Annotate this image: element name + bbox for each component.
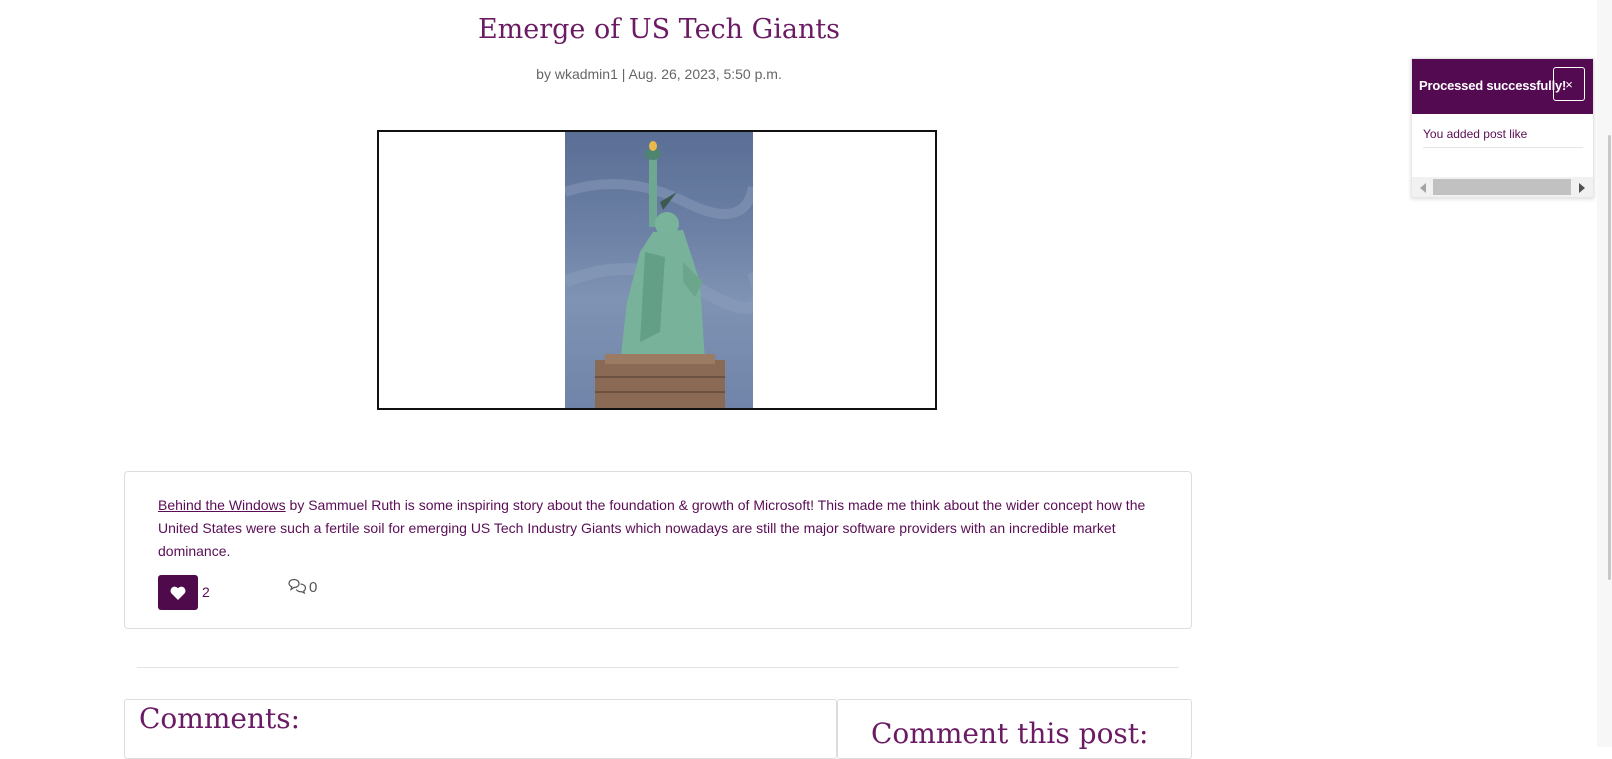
scroll-left-arrow-icon[interactable] xyxy=(1420,183,1426,193)
toast-header: Processed successfully! × xyxy=(1412,59,1593,114)
comment-form-title: Comment this post: xyxy=(871,717,1149,750)
toast-title: Processed successfully! xyxy=(1419,78,1567,93)
post-title: Emerge of US Tech Giants xyxy=(477,14,841,45)
post-card: Behind the Windows by Sammuel Ruth is so… xyxy=(124,471,1192,629)
toast-horizontal-scrollbar[interactable] xyxy=(1412,177,1593,197)
page-scrollbar[interactable] xyxy=(1597,0,1612,747)
toast-close-button[interactable]: × xyxy=(1553,67,1585,101)
comment-form-section: Comment this post: xyxy=(837,699,1192,759)
chat-bubbles-icon[interactable] xyxy=(288,578,308,594)
heart-icon xyxy=(170,586,186,600)
close-icon: × xyxy=(1565,76,1573,92)
post-body-text: by Sammuel Ruth is some inspiring story … xyxy=(158,497,1146,559)
page-scroll-thumb[interactable] xyxy=(1608,135,1611,580)
scroll-right-arrow-icon[interactable] xyxy=(1579,183,1585,193)
book-link[interactable]: Behind the Windows xyxy=(158,497,286,513)
like-count: 2 xyxy=(202,584,210,600)
post-image-frame xyxy=(377,130,937,410)
like-button[interactable] xyxy=(158,575,198,610)
post-body: Behind the Windows by Sammuel Ruth is so… xyxy=(158,494,1158,563)
scroll-thumb[interactable] xyxy=(1433,179,1571,195)
toast-message: You added post like xyxy=(1423,127,1583,148)
section-divider xyxy=(137,667,1179,668)
comments-section: Comments: xyxy=(124,699,837,759)
post-meta: by wkadmin1 | Aug. 26, 2023, 5:50 p.m. xyxy=(536,66,782,82)
comments-title: Comments: xyxy=(139,702,301,735)
post-image xyxy=(565,132,753,408)
comment-count: 0 xyxy=(309,579,318,596)
toast-notification: Processed successfully! × You added post… xyxy=(1411,58,1594,198)
